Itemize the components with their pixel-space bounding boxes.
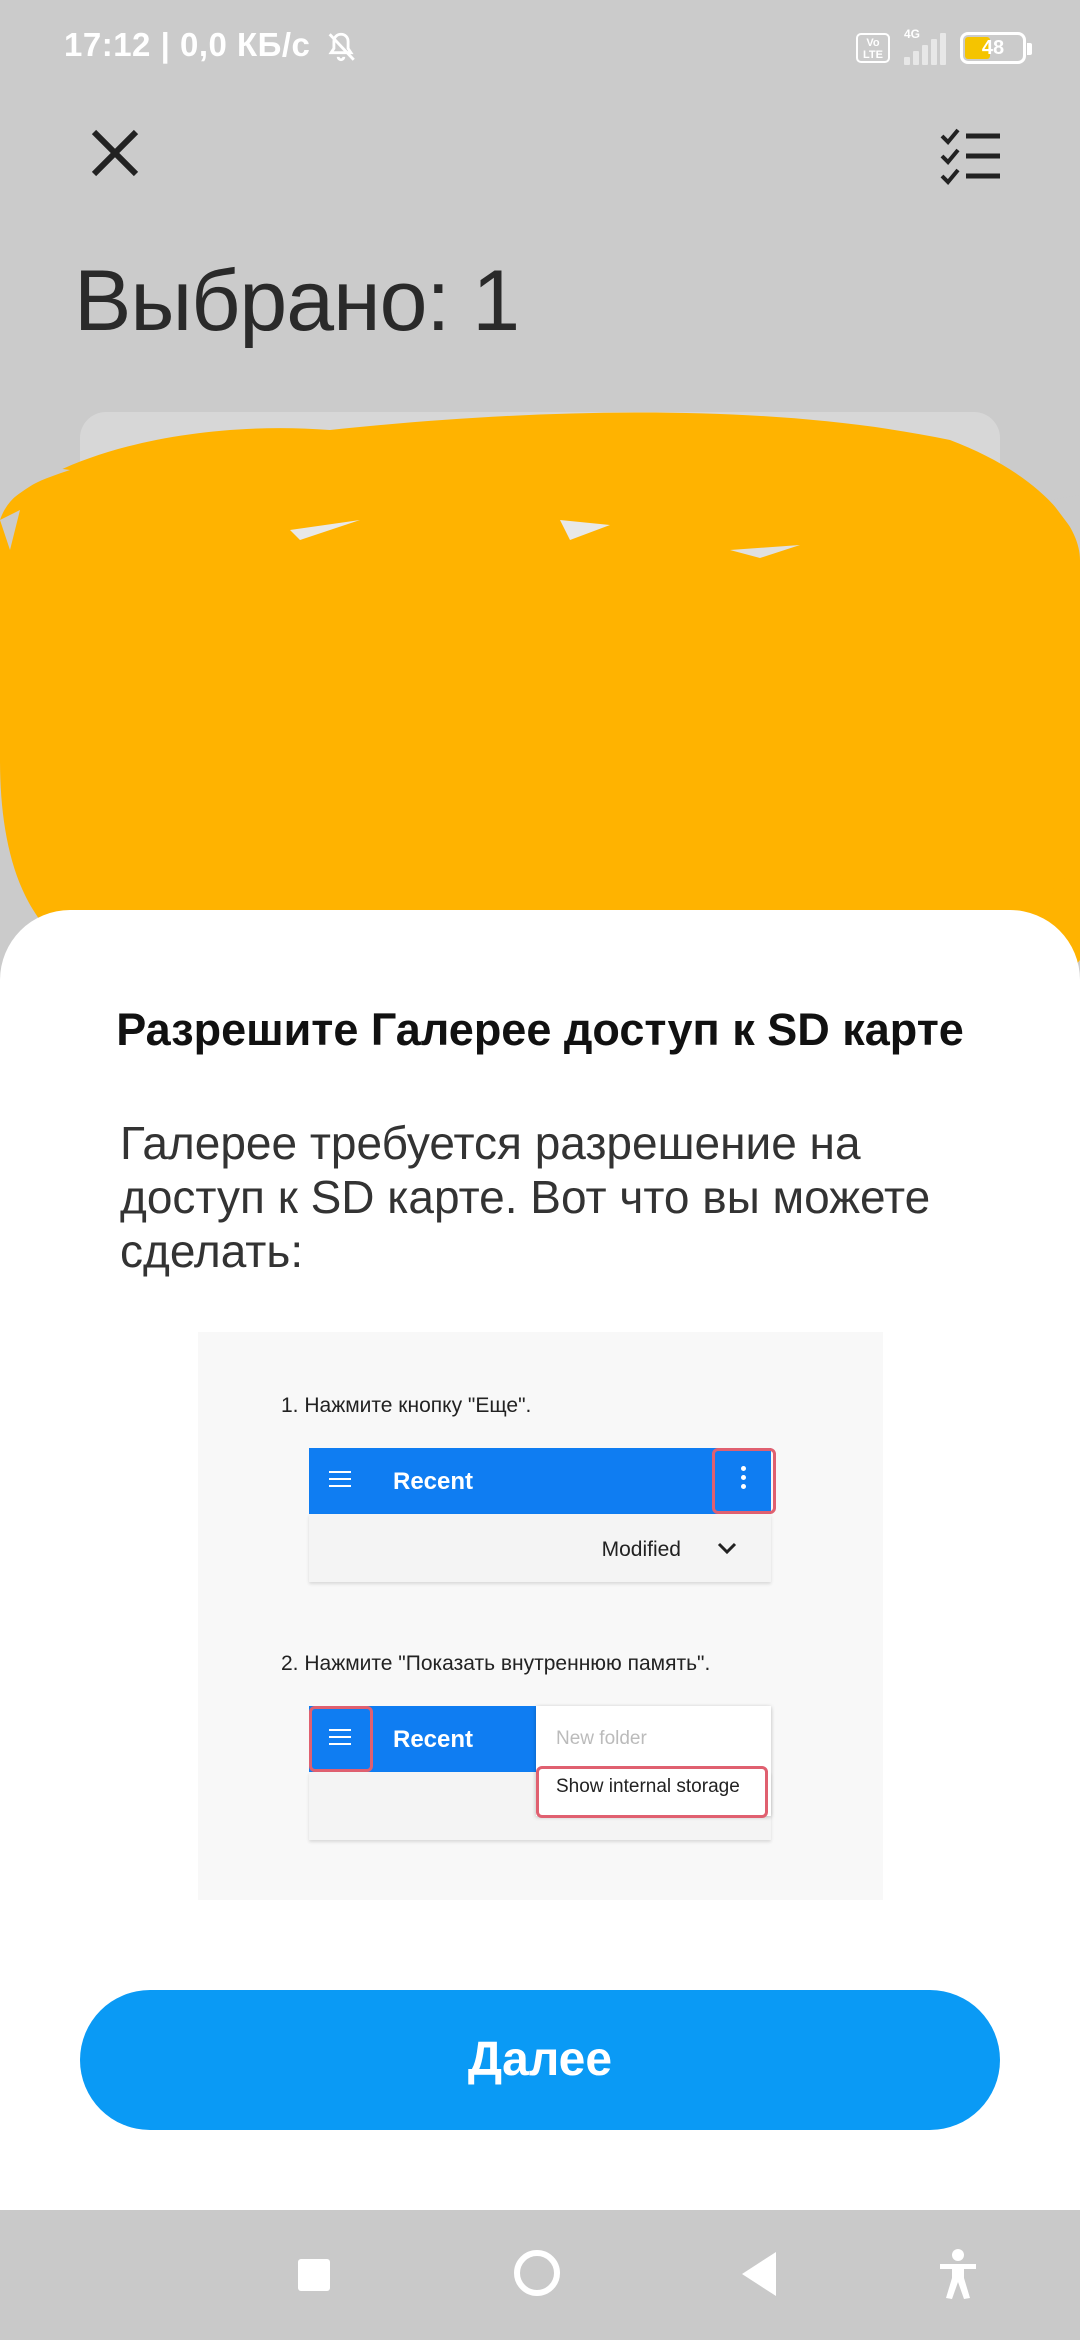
page-title: Выбрано: 1 bbox=[74, 253, 520, 349]
checklist-icon bbox=[940, 128, 1000, 185]
highlight-more-button bbox=[712, 1448, 776, 1514]
battery-icon: 48 bbox=[960, 32, 1032, 64]
mock-modified-label: Modified bbox=[601, 1538, 681, 1561]
square-icon[interactable] bbox=[298, 2259, 330, 2291]
instruction-illustration: 1. Нажмите кнопку "Еще". Recent Modified… bbox=[198, 1332, 883, 1900]
mock-new-folder: New folder bbox=[556, 1728, 647, 1749]
mock-sort-row: Modified bbox=[309, 1514, 771, 1582]
status-bar: 17:12 | 0,0 КБ/с Vo LTE 4G 48 bbox=[0, 0, 1080, 96]
mock-toolbar-title-2: Recent bbox=[393, 1726, 474, 1753]
sheet-description: Галерее требуется разрешение на доступ к… bbox=[120, 1117, 931, 1277]
close-icon bbox=[91, 129, 139, 177]
status-icons: Vo LTE 4G 48 bbox=[856, 27, 1032, 68]
highlight-show-internal bbox=[536, 1766, 768, 1818]
volte-icon: Vo LTE bbox=[856, 33, 890, 63]
signal-icon: 4G bbox=[904, 27, 946, 65]
highlight-menu-button bbox=[309, 1706, 373, 1772]
status-time-text: 17:12 | 0,0 КБ/с bbox=[64, 26, 311, 63]
next-button[interactable]: Далее bbox=[80, 1990, 1000, 2130]
triangle-back-icon[interactable] bbox=[742, 2252, 776, 2296]
status-time: 17:12 | 0,0 КБ/с bbox=[64, 26, 358, 64]
step-2-text: 2. Нажмите "Показать внутреннюю память". bbox=[281, 1652, 711, 1675]
mock-toolbar-title: Recent bbox=[393, 1468, 474, 1495]
chevron-down-icon bbox=[717, 1542, 737, 1555]
sheet-title: Разрешите Галерее доступ к SD карте bbox=[116, 1004, 964, 1055]
close-button[interactable] bbox=[80, 118, 150, 188]
mock-toolbar-1: Recent bbox=[309, 1448, 771, 1514]
notifications-muted-icon bbox=[328, 33, 355, 62]
battery-level: 48 bbox=[981, 37, 1005, 59]
network-type-label: 4G bbox=[904, 27, 921, 41]
circle-icon[interactable] bbox=[514, 2250, 560, 2296]
menu-icon bbox=[329, 1471, 351, 1491]
step-1-text: 1. Нажмите кнопку "Еще". bbox=[281, 1394, 532, 1417]
select-all-button[interactable] bbox=[936, 122, 1006, 192]
accessibility-icon[interactable] bbox=[938, 2248, 978, 2300]
navigation-bar bbox=[0, 2210, 1080, 2340]
